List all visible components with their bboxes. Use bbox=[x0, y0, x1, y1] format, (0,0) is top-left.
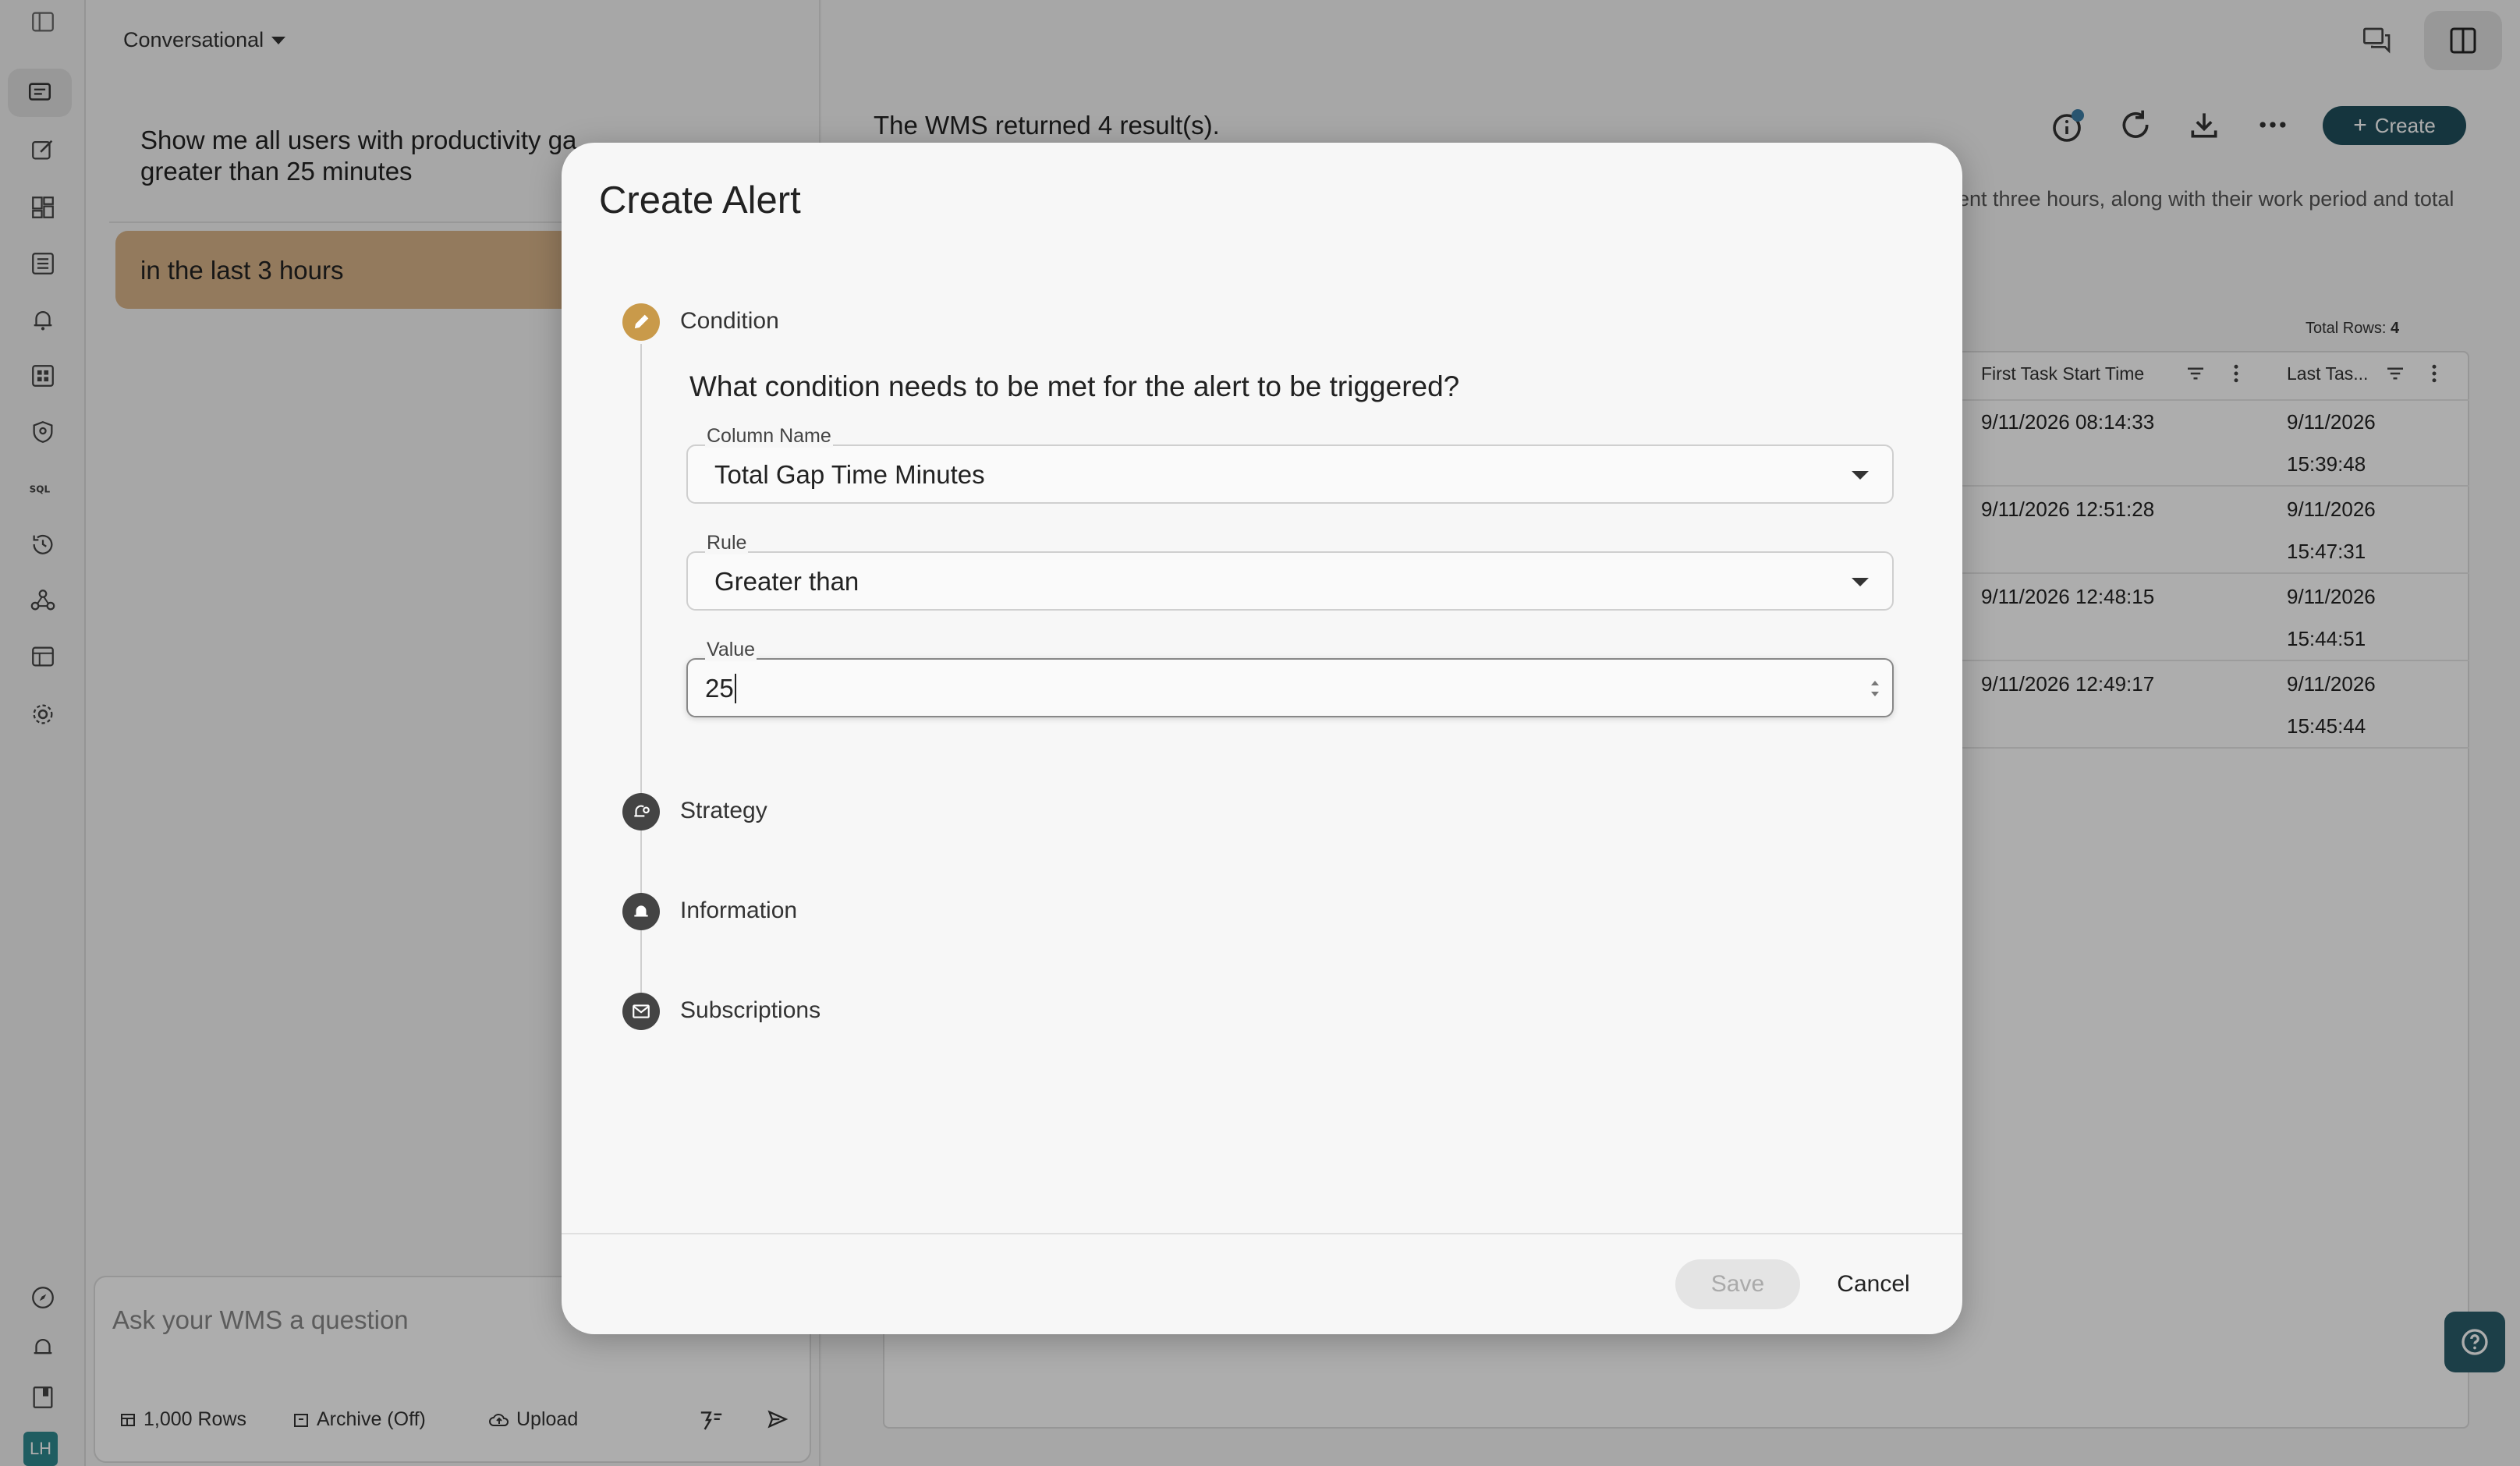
strategy-icon bbox=[622, 793, 660, 830]
stepper-connector bbox=[640, 344, 642, 922]
dialog-title: Create Alert bbox=[599, 179, 801, 221]
chevron-down-icon bbox=[1852, 578, 1869, 586]
chevron-down-icon bbox=[1852, 471, 1869, 480]
column-name-label: Column Name bbox=[705, 425, 833, 448]
dialog-footer-divider bbox=[562, 1233, 1962, 1234]
rule-select[interactable]: Greater than bbox=[686, 551, 1894, 611]
save-button[interactable]: Save bbox=[1675, 1259, 1800, 1309]
step-subscriptions[interactable]: Subscriptions bbox=[680, 997, 821, 1024]
value-input-text[interactable]: 25 bbox=[705, 674, 734, 703]
bell-icon bbox=[622, 893, 660, 930]
column-name-value: Total Gap Time Minutes bbox=[714, 460, 985, 489]
value-label: Value bbox=[705, 639, 757, 661]
text-cursor bbox=[735, 674, 736, 703]
mail-icon bbox=[622, 993, 660, 1030]
step-strategy[interactable]: Strategy bbox=[680, 798, 767, 824]
create-alert-dialog: Create Alert Condition What condition ne… bbox=[562, 143, 1962, 1334]
rule-label: Rule bbox=[705, 532, 749, 554]
stepper-arrows-icon[interactable] bbox=[1869, 675, 1881, 702]
step-condition[interactable]: Condition bbox=[680, 308, 779, 335]
column-name-select[interactable]: Total Gap Time Minutes bbox=[686, 444, 1894, 504]
stepper-connector bbox=[640, 930, 642, 993]
cancel-button[interactable]: Cancel bbox=[1819, 1259, 1928, 1309]
condition-question: What condition needs to be met for the a… bbox=[689, 370, 1460, 402]
pencil-icon bbox=[622, 303, 660, 341]
step-information[interactable]: Information bbox=[680, 898, 797, 924]
rule-value: Greater than bbox=[714, 567, 859, 596]
value-input[interactable]: 25 bbox=[686, 658, 1894, 717]
